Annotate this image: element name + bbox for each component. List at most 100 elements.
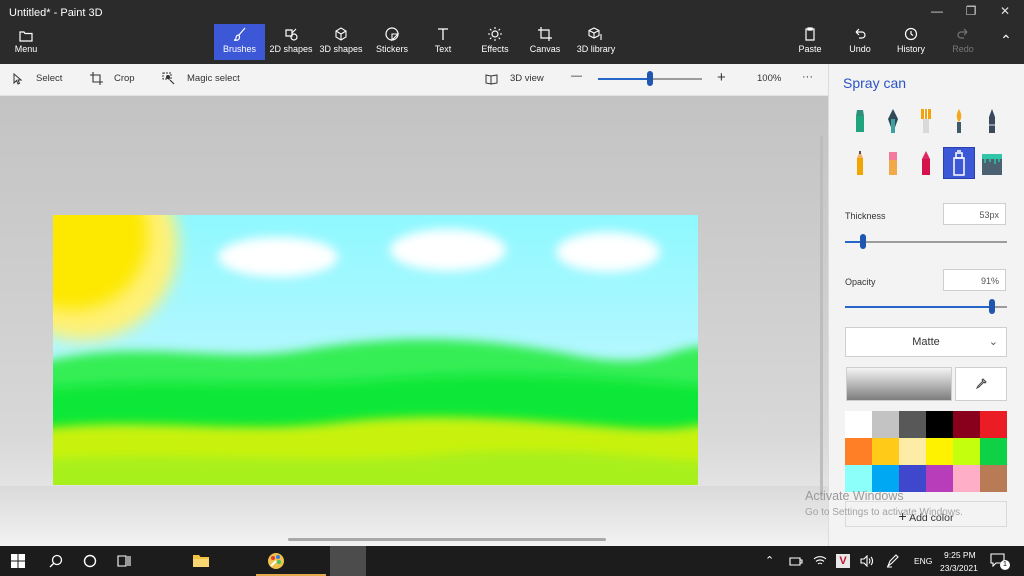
spray-can-icon[interactable] xyxy=(943,147,975,179)
crop-button[interactable]: Crop xyxy=(114,73,135,84)
start-button[interactable] xyxy=(0,546,36,576)
tab-2d-shapes[interactable]: 2D shapes xyxy=(267,24,315,60)
secondary-toolbar: Select Crop Magic select 3D view — + 100… xyxy=(0,64,828,96)
paint-3d-taskbar-button[interactable] xyxy=(256,546,296,576)
color-swatch[interactable] xyxy=(872,465,899,492)
tab-stickers[interactable]: Stickers xyxy=(369,24,415,60)
finish-dropdown[interactable]: Matte ⌄ xyxy=(845,327,1007,357)
opacity-slider-thumb[interactable] xyxy=(989,299,995,314)
color-swatch[interactable] xyxy=(899,411,926,438)
tab-label: 2D shapes xyxy=(269,44,313,54)
eyedropper-button[interactable] xyxy=(955,367,1007,401)
eraser-icon[interactable] xyxy=(878,148,908,178)
select-button[interactable]: Select xyxy=(36,73,62,84)
drawing-canvas[interactable] xyxy=(53,215,698,485)
windows-logo-icon xyxy=(11,554,25,568)
menu-button[interactable]: Menu xyxy=(4,26,48,60)
undo-button[interactable]: Undo xyxy=(846,24,874,60)
opacity-input[interactable]: 91% xyxy=(943,269,1006,291)
redo-button[interactable]: Redo xyxy=(949,24,977,60)
sticker-icon xyxy=(385,27,400,42)
tab-brushes[interactable]: Brushes xyxy=(214,24,265,60)
tab-text[interactable]: Text xyxy=(425,24,461,60)
color-swatch[interactable] xyxy=(980,438,1007,465)
color-swatch[interactable] xyxy=(926,411,953,438)
search-icon xyxy=(49,554,63,568)
2d-shapes-icon xyxy=(285,28,298,41)
opacity-slider[interactable] xyxy=(845,299,1007,314)
close-button[interactable]: ✕ xyxy=(989,4,1021,22)
3d-library-icon xyxy=(588,27,602,40)
vertical-scrollbar[interactable] xyxy=(820,136,823,496)
zoom-slider-thumb[interactable] xyxy=(647,71,653,86)
clipboard-icon xyxy=(805,27,815,41)
color-swatch[interactable] xyxy=(953,438,980,465)
color-swatch[interactable] xyxy=(899,438,926,465)
thickness-slider-thumb[interactable] xyxy=(860,234,866,249)
collapse-ribbon-chevron-up-icon[interactable]: ⌃ xyxy=(996,24,1016,60)
taskbar-active-app-button[interactable] xyxy=(330,546,366,576)
chevron-down-icon: ⌄ xyxy=(988,336,998,348)
search-button[interactable] xyxy=(40,546,72,576)
volume-icon[interactable] xyxy=(860,555,874,567)
color-swatch[interactable] xyxy=(980,465,1007,492)
history-button[interactable]: History xyxy=(895,24,927,60)
workspace[interactable] xyxy=(0,96,828,546)
clock-date[interactable]: 23/3/2021 xyxy=(940,563,978,573)
zoom-slider[interactable] xyxy=(598,71,702,86)
fill-bucket-icon[interactable] xyxy=(977,148,1007,178)
tab-3d-shapes[interactable]: 3D shapes xyxy=(317,24,365,60)
file-explorer-button[interactable] xyxy=(184,546,218,576)
color-swatch[interactable] xyxy=(872,411,899,438)
more-options-button[interactable]: ··· xyxy=(802,71,813,83)
color-swatch[interactable] xyxy=(953,465,980,492)
tab-3d-library[interactable]: 3D library xyxy=(574,24,618,60)
color-swatch[interactable] xyxy=(926,465,953,492)
pencil-icon[interactable] xyxy=(845,148,875,178)
horizontal-scrollbar[interactable] xyxy=(288,538,606,541)
3d-view-toggle[interactable]: 3D view xyxy=(510,73,544,84)
wifi-icon[interactable] xyxy=(813,555,827,567)
tab-effects[interactable]: Effects xyxy=(475,24,515,60)
crayon-icon[interactable] xyxy=(911,148,941,178)
pen-workspace-icon[interactable] xyxy=(886,554,900,568)
antivirus-tray-icon[interactable]: V xyxy=(836,554,850,568)
marker-icon[interactable] xyxy=(845,106,875,136)
color-swatch[interactable] xyxy=(872,438,899,465)
3d-view-icon xyxy=(485,74,498,85)
device-tray-icon[interactable] xyxy=(789,555,803,567)
color-swatch[interactable] xyxy=(845,465,872,492)
action-center-button[interactable]: 1 xyxy=(990,553,1010,570)
color-swatch[interactable] xyxy=(926,438,953,465)
taskbar-app-button[interactable] xyxy=(296,546,326,576)
brush-icon xyxy=(233,27,245,41)
maximize-button[interactable]: ❐ xyxy=(955,4,987,22)
folder-icon xyxy=(193,555,209,567)
watercolor-icon[interactable] xyxy=(944,106,974,136)
color-swatch[interactable] xyxy=(845,411,872,438)
opacity-label: Opacity xyxy=(845,277,876,287)
color-swatch[interactable] xyxy=(899,465,926,492)
zoom-in-button[interactable]: + xyxy=(717,69,726,86)
tab-canvas[interactable]: Canvas xyxy=(526,24,564,60)
thickness-input[interactable]: 53px xyxy=(943,203,1006,225)
magic-select-button[interactable]: Magic select xyxy=(187,73,240,84)
tray-overflow-chevron-up-icon[interactable]: ⌃ xyxy=(765,554,774,567)
thickness-slider[interactable] xyxy=(845,234,1007,249)
color-swatch[interactable] xyxy=(845,438,872,465)
oil-brush-icon[interactable] xyxy=(911,106,941,136)
task-view-button[interactable] xyxy=(108,546,140,576)
color-swatch[interactable] xyxy=(953,411,980,438)
paint-3d-app-icon xyxy=(268,553,284,569)
pixel-pen-icon[interactable] xyxy=(977,106,1007,136)
minimize-button[interactable]: — xyxy=(921,4,953,22)
zoom-out-button[interactable]: — xyxy=(571,70,582,82)
color-swatch[interactable] xyxy=(980,411,1007,438)
calligraphy-pen-icon[interactable] xyxy=(878,106,908,136)
undo-label: Undo xyxy=(849,44,871,54)
paste-button[interactable]: Paste xyxy=(796,24,824,60)
clock-time[interactable]: 9:25 PM xyxy=(944,550,976,560)
cortana-button[interactable] xyxy=(74,546,106,576)
language-indicator[interactable]: ENG xyxy=(914,556,932,566)
select-cursor-icon xyxy=(13,73,23,85)
